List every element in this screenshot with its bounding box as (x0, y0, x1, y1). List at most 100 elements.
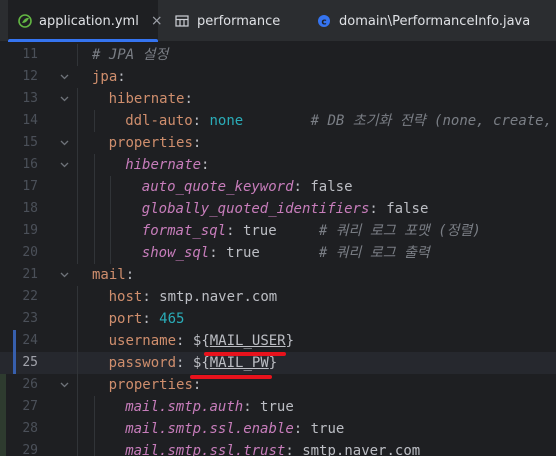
fold-chevron-icon[interactable] (58, 374, 70, 396)
fold-chevron-icon[interactable] (58, 132, 70, 154)
code-token: # JPA 설정 (92, 47, 169, 63)
line-number: 19 (22, 223, 38, 238)
indent-guide (77, 330, 78, 352)
indent-guide (77, 198, 78, 220)
code-line[interactable]: 24 username: ${MAIL_USER} (0, 330, 556, 352)
code-text: port: 465 (109, 308, 185, 330)
line-number: 25 (22, 355, 38, 370)
tab-performance-info-java[interactable]: c domain\PerformanceInfo.java (316, 0, 530, 42)
indent-guide (77, 176, 78, 198)
code-line[interactable]: 11 # JPA 설정 (0, 44, 556, 66)
annotation-underline (204, 352, 286, 356)
code-token: : true (293, 421, 345, 437)
code-token: 465 (159, 311, 185, 327)
code-text: auto_quote_keyword: false (142, 176, 353, 198)
code-line[interactable]: 27 mail.smtp.auth: true (0, 396, 556, 418)
code-line[interactable]: 18 globally_quoted_identifiers: false (0, 198, 556, 220)
line-number: 22 (22, 289, 38, 304)
code-text: mail.smtp.auth: true (125, 396, 294, 418)
indent-guide (93, 440, 95, 456)
indent-guide (93, 242, 95, 264)
code-token: : (192, 135, 202, 151)
code-token: : ${ (176, 333, 210, 349)
line-number: 24 (22, 333, 38, 348)
line-number: 28 (22, 421, 38, 436)
code-line[interactable]: 13 hibernate: (0, 88, 556, 110)
fold-chevron-icon[interactable] (58, 88, 70, 110)
indent-guide (77, 110, 78, 132)
tab-label: domain\PerformanceInfo.java (339, 13, 531, 29)
line-number: 20 (22, 245, 38, 260)
fold-chevron-icon[interactable] (58, 264, 70, 286)
code-token: : true (226, 223, 319, 239)
code-line[interactable]: 28 mail.smtp.ssl.enable: true (0, 418, 556, 440)
line-number: 14 (22, 113, 38, 128)
code-editor[interactable]: 11 # JPA 설정 12 jpa: 13 hibernate: 14 ddl-auto : … (0, 42, 556, 456)
indent-guide (93, 154, 95, 176)
line-number: 13 (22, 91, 38, 106)
code-token: : (142, 311, 160, 327)
code-token: : (192, 113, 210, 129)
code-token: : false (369, 201, 429, 217)
code-token: : smtp.naver.com (142, 289, 278, 305)
code-token: host (108, 289, 143, 305)
fold-chevron-icon[interactable] (58, 66, 70, 88)
indent-guide (77, 308, 78, 330)
fold-chevron-icon[interactable] (58, 154, 70, 176)
class-icon: c (316, 13, 332, 29)
indent-guide (93, 418, 95, 440)
line-number: 23 (22, 311, 38, 326)
indent-guide (77, 286, 78, 308)
code-token: ddl-auto (125, 113, 193, 129)
code-token: mail (92, 267, 126, 283)
indent-guide (110, 198, 112, 220)
code-token: jpa (92, 69, 118, 85)
code-line[interactable]: 12 jpa: (0, 66, 556, 88)
code-token: : smtp.naver.com (285, 443, 421, 456)
code-text: hibernate: (125, 154, 209, 176)
indent-guide (77, 440, 78, 456)
code-line[interactable]: 19 format_sql: true # 쿼리 로그 포맷 (정렬) (0, 220, 556, 242)
code-line[interactable]: 26 properties: (0, 374, 556, 396)
line-number: 17 (22, 179, 38, 194)
code-token: mail.smtp.ssl.enable (125, 421, 294, 437)
code-text: globally_quoted_identifiers: false (142, 198, 429, 220)
code-text: mail: (92, 264, 134, 286)
svg-text:c: c (321, 18, 326, 28)
line-number: 26 (22, 377, 38, 392)
code-line[interactable]: 29 mail.smtp.ssl.trust: smtp.naver.com (0, 440, 556, 456)
code-token: : (125, 267, 135, 283)
code-token: hibernate (108, 91, 185, 107)
code-text: format_sql: true # 쿼리 로그 포맷 (정렬) (142, 220, 481, 242)
tab-performance[interactable]: performance (174, 0, 280, 42)
code-text: jpa: (92, 66, 126, 88)
code-text: hibernate: (109, 88, 193, 110)
code-line[interactable]: 20 show_sql: true # 쿼리 로그 출력 (0, 242, 556, 264)
indent-guide (77, 418, 78, 440)
tab-label: application.yml (39, 13, 139, 29)
code-line[interactable]: 17 auto_quote_keyword: false (0, 176, 556, 198)
code-token: password (108, 355, 177, 371)
code-line[interactable]: 22 host: smtp.naver.com (0, 286, 556, 308)
close-icon[interactable]: × (151, 13, 163, 29)
indent-guide (93, 396, 95, 418)
line-number: 29 (22, 443, 38, 456)
code-line[interactable]: 15 properties: (0, 132, 556, 154)
code-line[interactable]: 21 mail: (0, 264, 556, 286)
indent-guide (77, 374, 78, 396)
indent-guide (93, 110, 95, 132)
tab-application-yml[interactable]: application.yml × (8, 0, 163, 42)
annotation-underline (190, 375, 272, 379)
code-text: # JPA 설정 (92, 44, 168, 66)
code-line[interactable]: 23 port: 465 (0, 308, 556, 330)
line-number: 11 (22, 47, 38, 62)
table-icon (174, 13, 190, 29)
code-token: MAIL_PW (209, 355, 269, 371)
line-number: 16 (22, 157, 38, 172)
code-line[interactable]: 16 hibernate: (0, 154, 556, 176)
code-token: # DB 초기화 전략 (none, create, c (243, 113, 556, 129)
line-number: 27 (22, 399, 38, 414)
code-line[interactable]: 14 ddl-auto: none # DB 초기화 전략 (none, crea… (0, 110, 556, 132)
indent-guide (77, 154, 78, 176)
indent-guide (93, 176, 95, 198)
